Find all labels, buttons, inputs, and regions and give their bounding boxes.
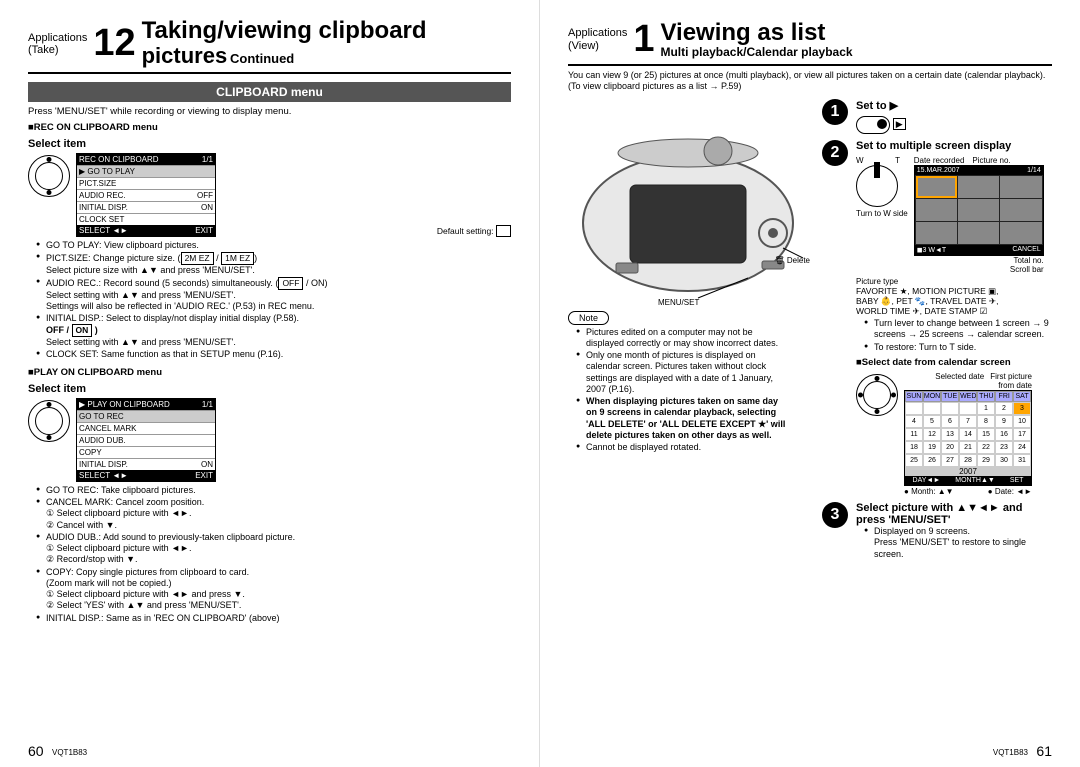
step3-bullets: Displayed on 9 screens.Press 'MENU/SET' … [856, 526, 1052, 560]
title-sub: pictures [142, 43, 228, 68]
turn-w-label: Turn to W side [856, 209, 908, 218]
multi-playback-screen: 15.MAR.20071/14 ◼3 W◄TCANCEL [914, 165, 1044, 256]
selected-date-label: Selected date [935, 372, 984, 381]
rec-menu-block: REC ON CLIPBOARD1/1 ▶ GO TO PLAYPICT.SIZ… [28, 153, 511, 237]
select-item-2: Select item [28, 383, 511, 395]
header-right: Applications (View) 1 Viewing as list Mu… [568, 18, 1052, 66]
menu-foot-l: SELECT ◄► [79, 471, 128, 480]
menu-foot-r: EXIT [195, 471, 213, 480]
note-label: Note [568, 311, 609, 325]
play-bullets: GO TO REC: Take clipboard pictures.CANCE… [28, 485, 511, 624]
dpad-icon [856, 374, 898, 416]
dpad-icon [28, 155, 70, 197]
menuset-label: MENU/SET [658, 298, 699, 307]
zoom-lever-icon [856, 165, 898, 207]
page-60: Applications (Take) 12 Taking/viewing cl… [0, 0, 540, 767]
mode-switch-icon [856, 116, 890, 134]
screen-count: 1/14 [1027, 167, 1041, 174]
step-1: 1 Set to ▶ ▶ [822, 99, 1052, 134]
manual-code: VQT1B83 [52, 748, 87, 757]
title-continued: Continued [230, 51, 294, 66]
menu-title: ▶ PLAY ON CLIPBOARD [79, 400, 170, 409]
step-1-circle: 1 [822, 99, 848, 125]
cal-heading: ■Select date from calendar screen [856, 357, 1052, 369]
total-no-label: Total no. [1013, 256, 1043, 265]
rec-menu-screen: REC ON CLIPBOARD1/1 ▶ GO TO PLAYPICT.SIZ… [76, 153, 216, 237]
page-number: 61 [1036, 743, 1052, 759]
step-2: 2 Set to multiple screen display W T Turn… [822, 140, 1052, 497]
section-number: 12 [93, 22, 135, 65]
menu-foot-r: EXIT [195, 226, 213, 235]
app-label: Applications (View) [568, 27, 627, 51]
menu-foot-l: SELECT ◄► [79, 226, 128, 235]
step-1-label: Set to ▶ [856, 99, 906, 112]
rec-bullets: GO TO PLAY: View clipboard pictures.PICT… [28, 240, 511, 361]
picture-type-list: FAVORITE ★, MOTION PICTURE ▣,BABY 👶, PET… [856, 286, 1052, 317]
default-setting-label: Default setting: [437, 226, 494, 236]
dpad-icon [28, 400, 70, 442]
section-bar: CLIPBOARD menu [28, 82, 511, 102]
play-menu-screen: ▶ PLAY ON CLIPBOARD1/1 GO TO RECCANCEL M… [76, 398, 216, 482]
camera-icon [568, 103, 808, 303]
header-left: Applications (Take) 12 Taking/viewing cl… [28, 18, 511, 74]
section-number: 1 [633, 18, 654, 61]
page-61: Applications (View) 1 Viewing as list Mu… [540, 0, 1080, 767]
lever-bullets: Turn lever to change between 1 screen → … [856, 318, 1052, 353]
subtitle: Multi playback/Calendar playback [660, 45, 852, 59]
scrollbar-label: Scroll bar [914, 265, 1044, 274]
play-heading: ■PLAY ON CLIPBOARD menu [28, 367, 511, 379]
title-main: Viewing as list [660, 20, 852, 45]
from-date-label: from date [904, 381, 1032, 390]
cancel-label: CANCEL [1012, 246, 1040, 254]
step-3-circle: 3 [822, 502, 848, 528]
step-3-label-a: Select picture with ▲▼◄► and [856, 502, 1052, 514]
cal-year: 2007 [905, 467, 1031, 476]
rec-heading: ■REC ON CLIPBOARD menu [28, 122, 511, 134]
title-main: Taking/viewing clipboard [142, 18, 427, 43]
manual-code: VQT1B83 [993, 748, 1028, 757]
delete-label: 🗑 Delete [774, 256, 810, 265]
intro-right: You can view 9 (or 25) pictures at once … [568, 70, 1052, 93]
page-number: 60 [28, 743, 44, 759]
step-3: 3 Select picture with ▲▼◄► and press 'ME… [822, 502, 1052, 561]
select-item-1: Select item [28, 138, 511, 150]
screen-date: 15.MAR.2007 [917, 167, 960, 174]
intro-text: Press 'MENU/SET' while recording or view… [28, 106, 511, 118]
first-picture-label: First picture [990, 372, 1032, 381]
camera-illustration: 🗑 Delete MENU/SET [568, 103, 808, 303]
play-menu-block: ▶ PLAY ON CLIPBOARD1/1 GO TO RECCANCEL M… [28, 398, 511, 482]
step-2-circle: 2 [822, 140, 848, 166]
t-label: T [895, 156, 900, 165]
calendar-screen: SUNMONTUEWEDTHUFRISAT 123456789101112131… [904, 390, 1032, 486]
menu-title: REC ON CLIPBOARD [79, 155, 159, 164]
month-nav-label: Month: ▲▼ [911, 487, 954, 496]
w-label: W [856, 156, 864, 165]
date-recorded-label: Date recorded [914, 156, 965, 165]
date-nav-label: Date: ◄► [995, 487, 1032, 496]
step-2-label: Set to multiple screen display [856, 140, 1052, 152]
step-3-label-b: press 'MENU/SET' [856, 514, 1052, 526]
picture-type-label: Picture type [856, 277, 1052, 286]
app-label: Applications (Take) [28, 32, 87, 56]
picture-no-label: Picture no. [972, 156, 1010, 165]
note-bullets: Pictures edited on a computer may not be… [568, 327, 788, 454]
